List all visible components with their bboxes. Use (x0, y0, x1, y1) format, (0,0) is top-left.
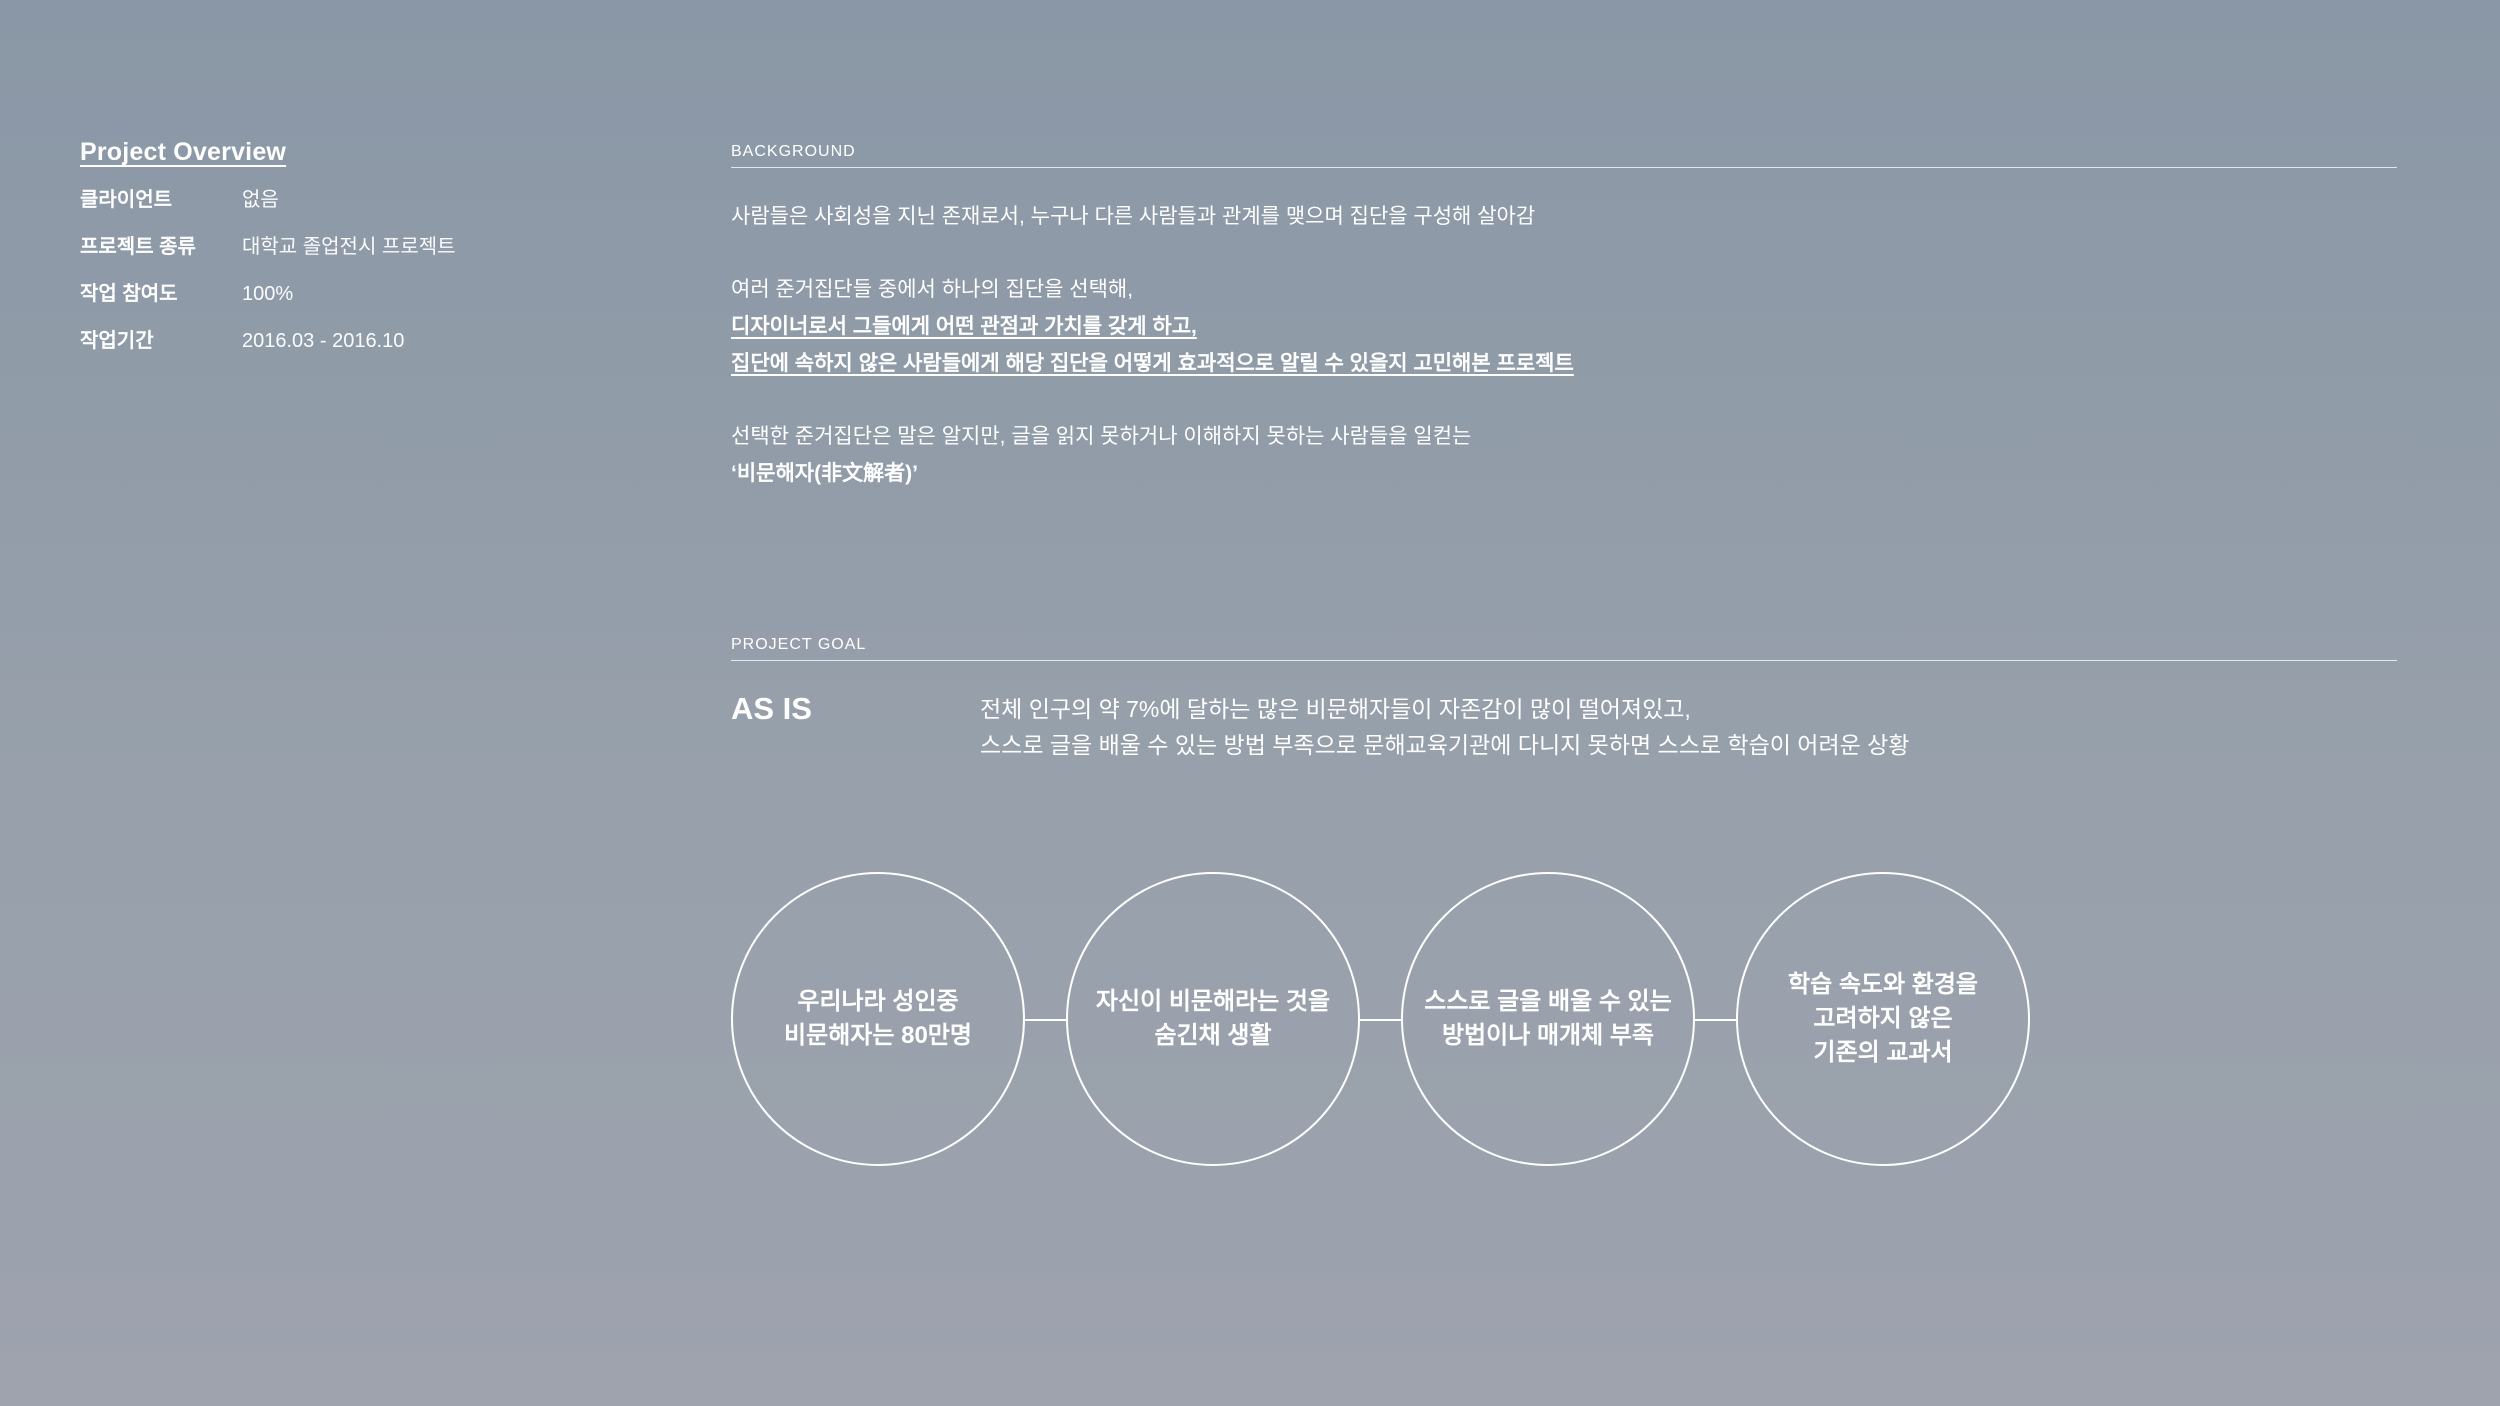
as-is-description: 전체 인구의 약 7%에 달하는 많은 비문해자들이 자존감이 많이 떨어져있고… (980, 691, 1909, 763)
overview-row-client: 클라이언트 없음 (80, 183, 640, 230)
background-keyword: ‘비문해자(非文解者)’ (731, 462, 918, 485)
background-section: BACKGROUND 사람들은 사회성을 지닌 존재로서, 누구나 다른 사람들… (731, 143, 2397, 492)
overview-row-participation: 작업 참여도 100% (80, 277, 640, 324)
problem-circle-3: 스스로 글을 배울 수 있는 방법이나 매개체 부족 (1401, 872, 1695, 1166)
problem-circles: 우리나라 성인중 비문해자는 80만명 자신이 비문해라는 것을 숨긴채 생활 … (731, 872, 2031, 1166)
overview-label: 작업기간 (80, 330, 154, 352)
overview-value: 100% (242, 283, 294, 305)
background-text: 여러 준거집단들 중에서 하나의 집단을 선택해, (731, 278, 1134, 301)
as-is-text: 전체 인구의 약 7%에 달하는 많은 비문해자들이 자존감이 많이 떨어져있고… (980, 696, 1691, 722)
overview-value: 대학교 졸업전시 프로젝트 (242, 236, 456, 258)
background-heading: BACKGROUND (731, 143, 2397, 168)
overview-row-type: 프로젝트 종류 대학교 졸업전시 프로젝트 (80, 230, 640, 277)
overview-value: 없음 (242, 189, 279, 211)
circle-connector (1023, 1019, 1066, 1021)
goal-heading: PROJECT GOAL (731, 636, 2397, 661)
overview-label: 클라이언트 (80, 189, 172, 211)
problem-circle-4: 학습 속도와 환경을 고려하지 않은 기존의 교과서 (1736, 872, 2030, 1166)
project-overview: Project Overview 클라이언트 없음 프로젝트 종류 대학교 졸업… (80, 138, 640, 371)
overview-value: 2016.03 - 2016.10 (242, 330, 405, 352)
overview-label: 작업 참여도 (80, 283, 178, 305)
background-emphasis: 디자이너로서 그들에게 어떤 관점과 가치를 갖게 하고, (731, 315, 1197, 338)
background-emphasis: 집단에 속하지 않은 사람들에게 해당 집단을 어떻게 효과적으로 알릴 수 있… (731, 352, 1574, 375)
problem-circle-1: 우리나라 성인중 비문해자는 80만명 (731, 872, 1025, 1166)
overview-label: 프로젝트 종류 (80, 236, 196, 258)
overview-row-period: 작업기간 2016.03 - 2016.10 (80, 324, 640, 371)
overview-title: Project Overview (80, 138, 287, 166)
background-text: 선택한 준거집단은 말은 알지만, 글을 읽지 못하거나 이해하지 못하는 사람… (731, 425, 1472, 448)
circle-connector (1693, 1019, 1736, 1021)
problem-circle-2: 자신이 비문해라는 것을 숨긴채 생활 (1066, 872, 1360, 1166)
background-body: 사람들은 사회성을 지닌 존재로서, 누구나 다른 사람들과 관계를 맺으며 집… (731, 198, 2397, 492)
circle-connector (1358, 1019, 1401, 1021)
as-is-text: 스스로 글을 배울 수 있는 방법 부족으로 문해교육기관에 다니지 못하면 스… (980, 732, 1910, 758)
as-is-row: AS IS 전체 인구의 약 7%에 달하는 많은 비문해자들이 자존감이 많이… (731, 691, 2397, 771)
goal-section: PROJECT GOAL AS IS 전체 인구의 약 7%에 달하는 많은 비… (731, 636, 2397, 771)
background-text: 사람들은 사회성을 지닌 존재로서, 누구나 다른 사람들과 관계를 맺으며 집… (731, 205, 1536, 228)
as-is-label: AS IS (731, 691, 812, 726)
